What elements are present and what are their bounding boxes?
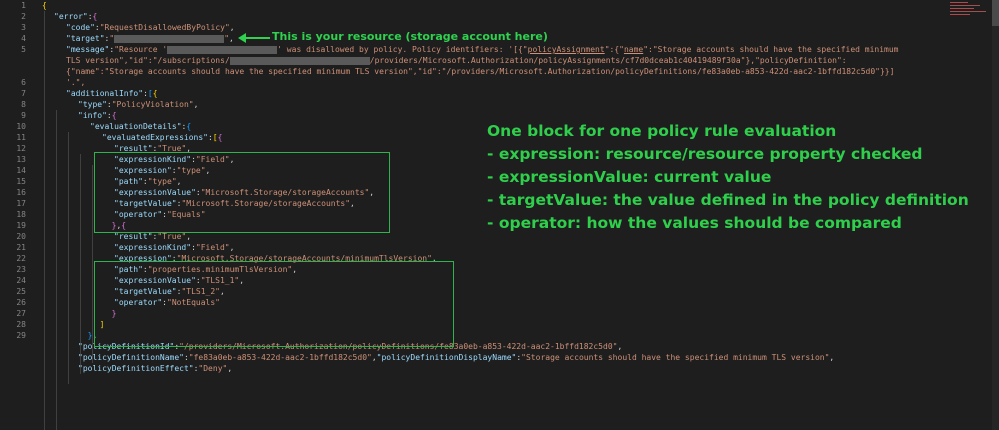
line-number: 23 (16, 265, 26, 274)
minimap[interactable] (948, 0, 992, 20)
code-line-7: "type":"PolicyViolation", (78, 100, 199, 109)
annotation-bullet: - expressionValue: current value (487, 168, 772, 186)
code-line-9: "evaluationDetails":{ (90, 122, 192, 131)
code-editor[interactable]: 1 2 3 4 5 6 7 8 9 10 11 12 13 14 15 16 17 18 19 20 21 22 23 24 2… (0, 0, 999, 430)
scrollbar-thumb[interactable] (992, 0, 999, 26)
line-number: 26 (16, 298, 26, 307)
line-number: 8 (21, 100, 26, 109)
annotation-title: One block for one policy rule evaluation (487, 122, 837, 140)
line-number: 14 (16, 166, 26, 175)
code-line-20: "expressionKind":"Field", (114, 243, 235, 252)
line-number: 18 (16, 210, 26, 219)
code-line-30: "policyDefinitionName":"fe83a0eb-a853-42… (78, 353, 835, 362)
line-number: 19 (16, 221, 26, 230)
line-number: 25 (16, 287, 26, 296)
code-line-1: { (42, 1, 47, 10)
code-line-5-wrap: TLS version","id":"/subscriptions//provi… (66, 56, 847, 65)
vertical-scrollbar[interactable] (992, 0, 999, 430)
code-line-10: "evaluatedExpressions":[{ (102, 133, 223, 142)
line-number: 1 (21, 1, 26, 10)
policy-evaluation-annotation: One block for one policy rule evaluation… (487, 120, 969, 235)
redacted-value (167, 45, 278, 54)
line-number: 17 (16, 199, 26, 208)
line-number: 24 (16, 276, 26, 285)
line-number: 9 (21, 111, 26, 120)
code-line-5: "message":"Resource ' ' was disallowed by… (66, 45, 899, 54)
evaluation-block-2-highlight (94, 261, 454, 347)
line-number: 12 (16, 144, 26, 153)
code-line-5-wrap: {"name":"Storage accounts should have th… (66, 67, 895, 76)
line-number: 7 (21, 89, 26, 98)
indent-guide (44, 11, 45, 430)
target-annotation-label: This is your resource (storage account h… (272, 30, 548, 43)
code-line-4: "target":" ", (66, 34, 234, 43)
line-number: 21 (16, 243, 26, 252)
line-number: 3 (21, 23, 26, 32)
line-number: 11 (16, 133, 26, 142)
line-number-gutter: 1 2 3 4 5 6 7 8 9 10 11 12 13 14 15 16 17 18 19 20 21 22 23 24 2… (0, 0, 38, 430)
line-number: 6 (21, 78, 26, 87)
redacted-value (114, 34, 225, 43)
line-number: 27 (16, 309, 26, 318)
annotation-bullet: - expression: resource/resource property… (487, 145, 923, 163)
code-line-8: "info":{ (78, 111, 117, 120)
code-line-6: "additionalInfo":[{ (66, 89, 158, 98)
line-number: 22 (16, 254, 26, 263)
line-number: 15 (16, 177, 26, 186)
code-line-31: "policyDefinitionEffect":"Deny", (78, 364, 233, 373)
line-number: 4 (21, 34, 26, 43)
code-line-2: "error":{ (54, 12, 98, 21)
indent-guide (56, 110, 57, 430)
line-number: 16 (16, 188, 26, 197)
redacted-value (229, 56, 370, 65)
line-number: 10 (16, 122, 26, 131)
line-number: 28 (16, 320, 26, 329)
line-number: 29 (16, 331, 26, 340)
code-line-5-wrap: '.", (66, 78, 86, 87)
line-number: 5 (21, 45, 26, 54)
annotation-bullet: - operator: how the values should be com… (487, 214, 902, 232)
arrow-left-icon (238, 33, 270, 43)
indent-guide (68, 132, 69, 384)
line-number: 20 (16, 232, 26, 241)
evaluation-block-1-highlight (94, 152, 390, 233)
code-line-3: "code":"RequestDisallowedByPolicy", (66, 23, 235, 32)
line-number: 13 (16, 155, 26, 164)
line-number: 2 (21, 12, 26, 21)
annotation-bullet: - targetValue: the value defined in the … (487, 191, 969, 209)
